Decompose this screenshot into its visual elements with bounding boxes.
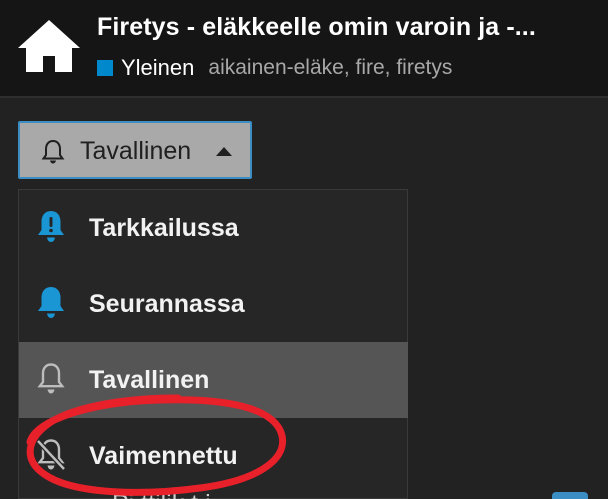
below-content-row: Pi ttilik t i: [32, 486, 608, 499]
menu-item-label: Tarkkailussa: [89, 214, 239, 242]
menu-item-label: Tavallinen: [89, 366, 210, 394]
home-icon[interactable]: [16, 18, 82, 74]
page: Firetys - eläkkeelle omin varoin ja -...…: [0, 0, 608, 499]
bell-outline-icon: [41, 139, 65, 164]
notification-level-menu: Tarkkailussa Seurannassa Tavallinen Vaim…: [18, 189, 408, 499]
bell-filled-icon: [38, 287, 64, 318]
bell-slash-icon: [36, 439, 66, 471]
notification-level-label: Tavallinen: [80, 137, 192, 165]
category-link[interactable]: Yleinen: [121, 55, 194, 81]
below-partial-text: Pi ttilik t i: [112, 490, 211, 499]
header-divider: [0, 96, 608, 98]
menu-item-tavallinen[interactable]: Tavallinen: [19, 342, 408, 418]
topic-title[interactable]: Firetys - eläkkeelle omin varoin ja -...: [97, 13, 536, 42]
topic-meta: Yleinen aikainen-eläke, fire, firetys: [97, 54, 452, 82]
topic-tags[interactable]: aikainen-eläke, fire, firetys: [208, 56, 452, 80]
menu-item-seurannassa[interactable]: Seurannassa: [19, 266, 408, 342]
menu-item-label: Seurannassa: [89, 290, 245, 318]
notification-level-button[interactable]: Tavallinen: [18, 121, 252, 179]
category-color-badge: [97, 60, 113, 76]
menu-item-tarkkailussa[interactable]: Tarkkailussa: [19, 190, 408, 266]
menu-item-label: Vaimennettu: [89, 442, 238, 470]
count-badge: [552, 492, 588, 499]
bell-exclamation-icon: [38, 211, 64, 242]
caret-up-icon: [216, 147, 232, 156]
bell-outline-icon: [37, 363, 65, 394]
menu-item-vaimennettu[interactable]: Vaimennettu: [19, 418, 408, 494]
topic-header: Firetys - eläkkeelle omin varoin ja -...…: [0, 0, 608, 96]
